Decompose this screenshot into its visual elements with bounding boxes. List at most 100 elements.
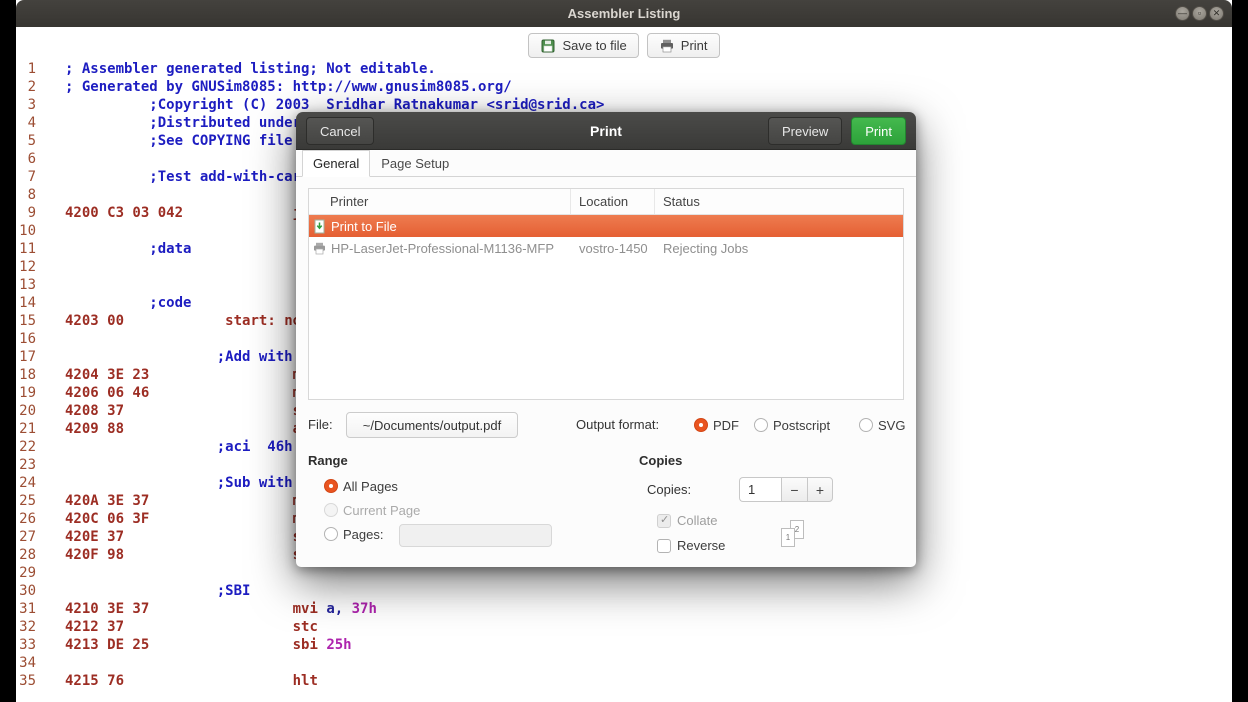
line-number: 23	[16, 456, 36, 474]
line-code: 420C 06 3F mvi	[65, 510, 318, 528]
save-button-label: Save to file	[562, 38, 626, 53]
printer-status: Rejecting Jobs	[655, 241, 903, 256]
line-code: ;See COPYING file	[65, 132, 293, 150]
line-number: 24	[16, 474, 36, 492]
line-code: 4208 37 stc	[65, 402, 318, 420]
column-header-printer[interactable]: Printer	[309, 189, 571, 214]
print-dialog: Cancel Print Preview Print General Page …	[296, 112, 916, 567]
checkbox-reverse[interactable]: Reverse	[657, 538, 725, 553]
printer-name: HP-LaserJet-Professional-M1136-MFP	[331, 241, 554, 256]
line-number: 34	[16, 654, 36, 672]
window-title: Assembler Listing	[568, 6, 681, 21]
printer-row-print-to-file[interactable]: Print to File	[309, 215, 903, 237]
radio-icon	[324, 503, 338, 517]
listing-line: 34	[16, 654, 1232, 672]
preview-button[interactable]: Preview	[768, 117, 842, 145]
tab-page-setup[interactable]: Page Setup	[370, 150, 460, 176]
checkbox-icon	[657, 539, 671, 553]
radio-postscript[interactable]: Postscript	[754, 417, 830, 433]
line-code: 4206 06 46 mvi	[65, 384, 318, 402]
line-number: 13	[16, 276, 36, 294]
checkbox-icon	[657, 514, 671, 528]
radio-icon	[859, 418, 873, 432]
printer-name: Print to File	[331, 219, 397, 234]
line-code: 420F 98 sbb	[65, 546, 318, 564]
line-number: 14	[16, 294, 36, 312]
pages-input	[399, 524, 552, 547]
printer-location: vostro-1450	[571, 241, 655, 256]
output-format-label: Output format:	[576, 412, 659, 438]
line-code: ;Distributed under	[65, 114, 301, 132]
column-header-status[interactable]: Status	[655, 189, 903, 214]
line-code: ; Assembler generated listing; Not edita…	[65, 60, 436, 78]
preview-page-1: 1	[781, 528, 795, 547]
print-toolbar-button[interactable]: Print	[647, 33, 720, 58]
printer-icon	[659, 38, 675, 54]
line-number: 28	[16, 546, 36, 564]
line-code: 420E 37 stc	[65, 528, 318, 546]
column-header-location[interactable]: Location	[571, 189, 655, 214]
line-number: 6	[16, 150, 36, 168]
print-button-label: Print	[681, 38, 708, 53]
dialog-tabs: General Page Setup	[296, 150, 916, 177]
minimize-button[interactable]: —	[1175, 6, 1190, 21]
close-button[interactable]: ✕	[1209, 6, 1224, 21]
line-code: 4200 C3 03 042 jmp	[65, 204, 318, 222]
line-number: 17	[16, 348, 36, 366]
line-number: 18	[16, 366, 36, 384]
radio-all-pages[interactable]: All Pages	[324, 478, 398, 494]
listing-line: 35 4215 76 hlt	[16, 672, 1232, 690]
line-number: 5	[16, 132, 36, 150]
line-code: 4212 37 stc	[65, 618, 318, 636]
line-number: 11	[16, 240, 36, 258]
radio-pdf[interactable]: PDF	[694, 417, 739, 433]
file-label: File:	[308, 412, 333, 438]
line-number: 33	[16, 636, 36, 654]
radio-icon	[324, 479, 338, 493]
line-code: 4215 76 hlt	[65, 672, 318, 690]
line-code: ;data	[65, 240, 191, 258]
radio-icon	[324, 527, 338, 541]
copies-decrease-button[interactable]: −	[781, 477, 807, 502]
line-number: 10	[16, 222, 36, 240]
line-code: ;code	[65, 294, 191, 312]
line-number: 20	[16, 402, 36, 420]
line-number: 16	[16, 330, 36, 348]
line-code: 420A 3E 37 mvi	[65, 492, 318, 510]
print-button[interactable]: Print	[851, 117, 906, 145]
radio-svg[interactable]: SVG	[859, 417, 905, 433]
line-number: 15	[16, 312, 36, 330]
line-code: ;aci 46h	[65, 438, 293, 456]
file-output-row: File: ~/Documents/output.pdf Output form…	[308, 412, 904, 438]
listing-line: 334213 DE 25 sbi 25h	[16, 636, 1232, 654]
line-number: 9	[16, 204, 36, 222]
line-number: 22	[16, 438, 36, 456]
line-code: 4203 00 start: nop	[65, 312, 309, 330]
cancel-button[interactable]: Cancel	[306, 117, 374, 145]
line-number: 29	[16, 564, 36, 582]
maximize-button[interactable]: ▫	[1192, 6, 1207, 21]
line-number: 31	[16, 600, 36, 618]
line-number: 27	[16, 528, 36, 546]
checkbox-label: Reverse	[677, 538, 725, 553]
printer-row-hp-laserjet[interactable]: HP-LaserJet-Professional-M1136-MFP vostr…	[309, 237, 903, 259]
radio-pages[interactable]: Pages:	[324, 526, 383, 542]
line-number: 35	[16, 672, 36, 690]
listing-line: 2; Generated by GNUSim8085: http://www.g…	[16, 78, 1232, 96]
file-button[interactable]: ~/Documents/output.pdf	[346, 412, 518, 438]
radio-label: All Pages	[343, 479, 398, 494]
radio-icon	[694, 418, 708, 432]
save-to-file-button[interactable]: Save to file	[528, 33, 638, 58]
line-number: 8	[16, 186, 36, 204]
line-code: 4210 3E 37 mvi a, 37h	[65, 600, 377, 618]
line-code: 4204 3E 23 mvi	[65, 366, 318, 384]
tab-general[interactable]: General	[302, 150, 370, 177]
line-code: ; Generated by GNUSim8085: http://www.gn…	[65, 78, 512, 96]
radio-icon	[754, 418, 768, 432]
line-code: 4209 88 adc	[65, 420, 318, 438]
line-code: ;SBI	[65, 582, 250, 600]
range-title: Range	[308, 453, 348, 468]
line-number: 32	[16, 618, 36, 636]
copies-increase-button[interactable]: +	[807, 477, 833, 502]
copies-input[interactable]: 1	[739, 477, 781, 502]
